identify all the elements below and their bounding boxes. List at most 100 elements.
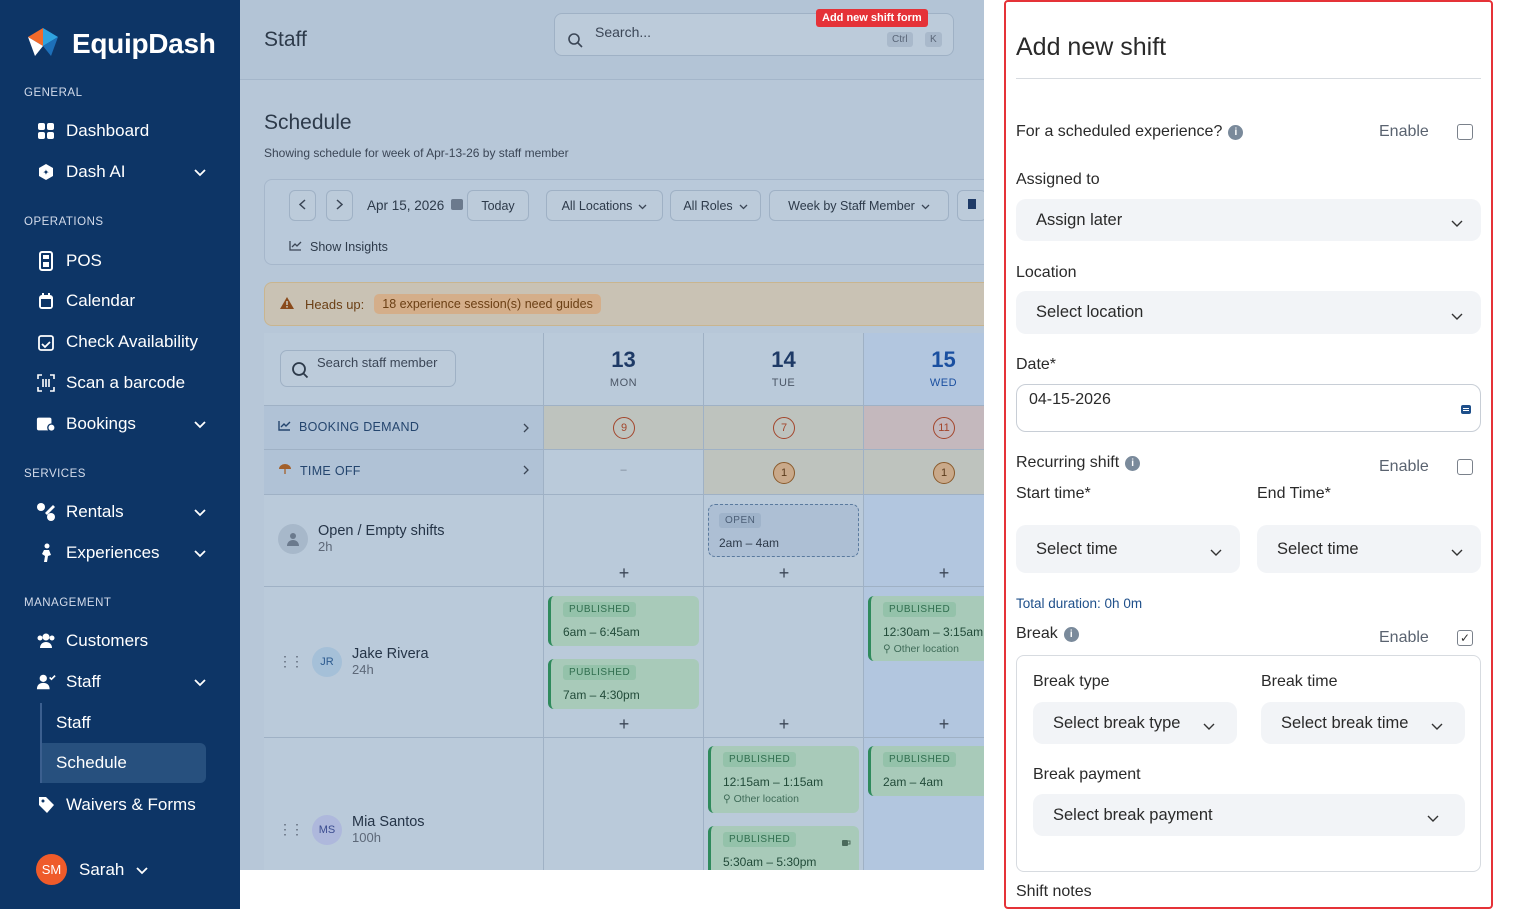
logo[interactable]: EquipDash (24, 26, 216, 62)
staff-search-input[interactable]: Search staff member (280, 350, 456, 387)
search-placeholder: Search... (595, 24, 652, 40)
day-name: WED (929, 377, 958, 389)
break-section: Break type Break time Select break type … (1016, 655, 1481, 872)
info-icon[interactable]: i (1063, 627, 1079, 642)
open-cell-mon[interactable]: + (544, 495, 704, 587)
open-shifts-person: Open / Empty shifts 2h (278, 523, 445, 554)
break-payment-select[interactable]: Select break payment (1033, 794, 1465, 836)
drag-handle-icon[interactable]: ⋮⋮ (278, 821, 304, 838)
start-time-label: Start time* (1016, 485, 1091, 502)
today-button[interactable]: Today (467, 190, 529, 221)
sidebar-item-customers[interactable]: Customers (36, 624, 206, 658)
mia-cell-tue[interactable]: PUBLISHED 12:15am – 1:15am ⚲ Other locatio… (704, 738, 864, 870)
umbrella-icon (278, 463, 292, 478)
sidebar-item-scan-barcode[interactable]: Scan a barcode (36, 366, 206, 400)
sidebar-subitem-schedule[interactable]: Schedule (40, 743, 206, 783)
assigned-to-select[interactable]: Assign later (1016, 199, 1481, 241)
shift-card[interactable]: PUBLISHED 12:30am – 3:15am ⚲ Other locatio… (868, 596, 984, 661)
published-badge: PUBLISHED (723, 832, 797, 847)
grid-icon (36, 121, 56, 141)
break-time-value: Select break time (1281, 713, 1409, 732)
day-header-tue[interactable]: 14 TUE (704, 333, 864, 406)
staff-person: ⋮⋮ MS Mia Santos 100h (278, 814, 425, 845)
shift-card[interactable]: PUBLISHED 6am – 6:45am (548, 596, 699, 646)
location-select[interactable]: Select location (1016, 291, 1481, 334)
date-picker[interactable]: Apr 15, 2026 (359, 190, 472, 221)
locations-dropdown[interactable]: All Locations (546, 190, 663, 221)
sidebar-item-rentals[interactable]: Rentals (36, 495, 206, 529)
add-shift-icon[interactable]: + (774, 563, 794, 584)
open-cell-wed[interactable]: + (864, 495, 984, 587)
break-payment-value: Select break payment (1053, 805, 1213, 824)
scheduled-experience-checkbox[interactable] (1457, 124, 1473, 140)
sidebar-item-staff[interactable]: Staff (36, 665, 206, 699)
drag-handle-icon[interactable]: ⋮⋮ (278, 653, 304, 670)
shift-card[interactable]: PUBLISHED 2am – 4am (868, 746, 984, 796)
timeoff-cell-tue: 1 (704, 450, 864, 495)
open-cell-tue[interactable]: OPEN 2am – 4am + (704, 495, 864, 587)
add-shift-icon[interactable]: + (614, 714, 634, 735)
break-checkbox[interactable]: ✓ (1457, 630, 1473, 646)
sidebar-item-dash-ai[interactable]: ✦ Dash AI (36, 155, 206, 189)
start-time-select[interactable]: Select time (1016, 525, 1240, 573)
shift-card[interactable]: PUBLISHED 5:30am – 5:30pm (708, 826, 859, 870)
day-header-mon[interactable]: 13 MON (544, 333, 704, 406)
time-off-row[interactable]: TIME OFF (264, 450, 544, 495)
show-insights-link[interactable]: Show Insights (289, 240, 388, 254)
break-time-select[interactable]: Select break time (1261, 702, 1465, 744)
info-icon[interactable]: i (1228, 125, 1244, 140)
mia-cell-wed[interactable]: PUBLISHED 2am – 4am (864, 738, 984, 870)
sidebar-item-bookings[interactable]: Bookings (36, 407, 206, 441)
user-menu[interactable]: SM Sarah (36, 854, 149, 885)
recurring-checkbox[interactable] (1457, 459, 1473, 475)
shift-card[interactable]: PUBLISHED 12:15am – 1:15am ⚲ Other locatio… (708, 746, 859, 813)
print-button[interactable] (957, 190, 984, 221)
roles-dropdown[interactable]: All Roles (670, 190, 761, 221)
add-shift-icon[interactable]: + (614, 563, 634, 584)
customers-icon (36, 631, 56, 651)
sidebar-item-label: Dashboard (66, 121, 150, 140)
next-week-button[interactable] (326, 190, 353, 221)
date-label: Date* (1016, 356, 1057, 373)
sidebar-item-waivers-forms[interactable]: Waivers & Forms (36, 788, 206, 822)
shift-card[interactable]: PUBLISHED 7am – 4:30pm (548, 659, 699, 709)
insights-label: Show Insights (310, 240, 388, 254)
time-off-text: TIME OFF (300, 463, 361, 478)
page-title: Staff (264, 28, 307, 51)
end-time-label: End Time* (1257, 485, 1331, 502)
mia-cell-mon[interactable] (544, 738, 704, 870)
sidebar-item-label: Waivers & Forms (66, 795, 196, 814)
jake-cell-tue[interactable]: + (704, 587, 864, 738)
sidebar-item-experiences[interactable]: Experiences (36, 536, 206, 570)
headsup-message[interactable]: 18 experience session(s) need guides (374, 294, 601, 314)
published-badge: PUBLISHED (883, 602, 957, 617)
add-shift-icon[interactable]: + (774, 714, 794, 735)
prev-week-button[interactable] (289, 190, 316, 221)
section-operations: OPERATIONS (24, 216, 104, 228)
add-shift-icon[interactable]: + (934, 714, 954, 735)
date-input[interactable]: 04-15-2026 (1016, 384, 1481, 432)
jake-cell-wed[interactable]: PUBLISHED 12:30am – 3:15am ⚲ Other locatio… (864, 587, 984, 738)
sidebar-item-dashboard[interactable]: Dashboard (36, 114, 206, 148)
sidebar-item-calendar[interactable]: Calendar (36, 284, 206, 318)
open-shift-card[interactable]: OPEN 2am – 4am (708, 504, 859, 557)
sidebar-subitem-staff[interactable]: Staff (40, 703, 206, 743)
sidebar-item-check-availability[interactable]: Check Availability (36, 325, 206, 359)
end-time-select[interactable]: Select time (1257, 525, 1481, 573)
sidebar-item-label: Experiences (66, 543, 160, 562)
info-icon[interactable]: i (1125, 456, 1141, 471)
day-header-wed[interactable]: 15 WED (864, 333, 984, 406)
sidebar-item-pos[interactable]: POS (36, 244, 206, 278)
print-icon (967, 198, 977, 213)
calendar-icon[interactable] (1460, 402, 1472, 420)
section-services: SERVICES (24, 468, 86, 480)
booking-demand-row[interactable]: BOOKING DEMAND (264, 406, 544, 450)
chevron-down-icon (194, 543, 206, 563)
break-type-select[interactable]: Select break type (1033, 702, 1237, 744)
add-shift-icon[interactable]: + (934, 563, 954, 584)
section-management: MANAGEMENT (24, 597, 112, 609)
recurring-text: Recurring shift (1016, 454, 1120, 471)
view-dropdown[interactable]: Week by Staff Member (769, 190, 949, 221)
jake-cell-mon[interactable]: PUBLISHED 6am – 6:45am PUBLISHED 7am – 4:3… (544, 587, 704, 738)
chevron-left-icon (298, 198, 306, 213)
